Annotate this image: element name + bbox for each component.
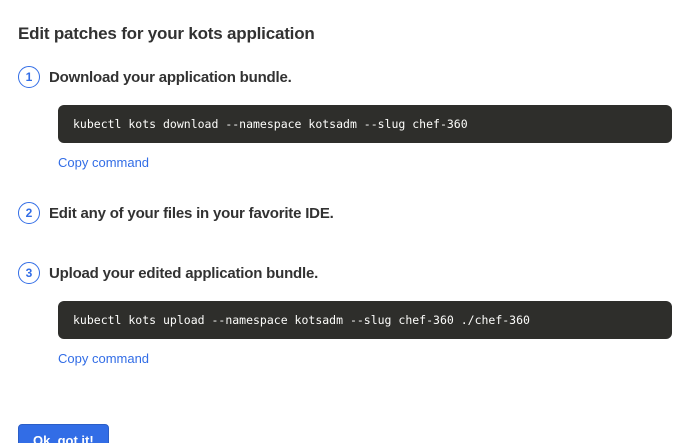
step-download: 1 Download your application bundle. kube… (18, 66, 672, 172)
step-3-number-badge: 3 (18, 262, 40, 284)
step-1-title: Download your application bundle. (49, 69, 292, 86)
download-command-text: kubectl kots download --namespace kotsad… (73, 117, 468, 131)
download-copy-command-link[interactable]: Copy command (58, 155, 149, 170)
edit-patches-panel: Edit patches for your kots application 1… (0, 0, 690, 443)
step-2-title: Edit any of your files in your favorite … (49, 205, 334, 222)
download-command-snippet: kubectl kots download --namespace kotsad… (58, 105, 672, 143)
step-3-title: Upload your edited application bundle. (49, 265, 318, 282)
upload-command-snippet: kubectl kots upload --namespace kotsadm … (58, 301, 672, 339)
page-title: Edit patches for your kots application (18, 24, 672, 44)
step-edit: 2 Edit any of your files in your favorit… (18, 202, 672, 224)
ok-got-it-button[interactable]: Ok, got it! (18, 424, 109, 443)
step-download-header: 1 Download your application bundle. (18, 66, 672, 88)
step-edit-header: 2 Edit any of your files in your favorit… (18, 202, 672, 224)
step-2-number-badge: 2 (18, 202, 40, 224)
step-upload-header: 3 Upload your edited application bundle. (18, 262, 672, 284)
upload-command-text: kubectl kots upload --namespace kotsadm … (73, 313, 530, 327)
upload-copy-command-link[interactable]: Copy command (58, 351, 149, 366)
step-download-body: kubectl kots download --namespace kotsad… (58, 105, 672, 172)
step-1-number-badge: 1 (18, 66, 40, 88)
step-upload-body: kubectl kots upload --namespace kotsadm … (58, 301, 672, 368)
step-upload: 3 Upload your edited application bundle.… (18, 262, 672, 368)
